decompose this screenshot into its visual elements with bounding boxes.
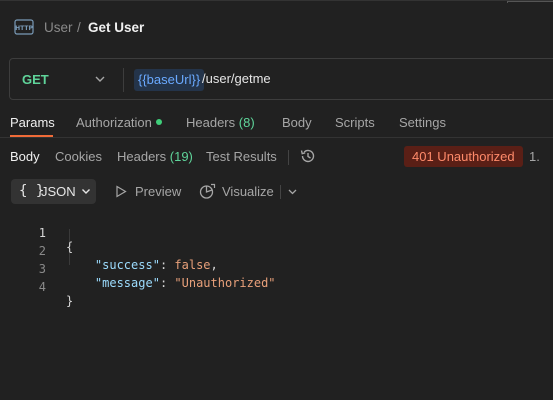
visualize-icon[interactable]: [199, 183, 216, 200]
section-divider: [0, 137, 553, 138]
breadcrumb-parent[interactable]: User: [44, 20, 73, 35]
postman-request-window: HTTP User / Get User GET {{baseUrl}} /us…: [0, 0, 553, 400]
header-right-edge: [507, 1, 553, 3]
response-tab-test-results[interactable]: Test Results: [206, 149, 277, 164]
response-tab-body[interactable]: Body: [10, 149, 40, 164]
request-title[interactable]: Get User: [88, 20, 144, 35]
status-dot-icon: [155, 119, 162, 125]
tab-authorization[interactable]: Authorization: [76, 115, 162, 130]
url-variable[interactable]: {{baseUrl}}: [134, 69, 205, 91]
response-tab-headers-label: Headers: [117, 149, 167, 164]
code-line: 4 }: [0, 266, 553, 308]
method-select[interactable]: GET: [22, 72, 49, 87]
breadcrumb-separator: /: [77, 20, 81, 35]
visualize-button[interactable]: Visualize: [222, 184, 274, 199]
http-icon: HTTP: [14, 19, 34, 35]
response-tabs: Body Cookies Headers (19) Test Results 4…: [0, 146, 553, 168]
url-divider: [123, 68, 124, 92]
code-line: 3 "message": "Unauthorized": [0, 248, 553, 290]
chevron-down-icon[interactable]: [93, 72, 107, 86]
request-url-bar: GET {{baseUrl}} /user/getme: [9, 58, 553, 100]
play-icon[interactable]: [115, 185, 127, 198]
tab-params[interactable]: Params: [10, 115, 55, 130]
code-line: 2 "success": false,: [0, 230, 553, 272]
chevron-down-icon[interactable]: [287, 186, 298, 197]
history-icon[interactable]: [299, 147, 317, 165]
tab-divider: [288, 150, 289, 165]
tab-settings[interactable]: Settings: [399, 115, 446, 130]
tab-body[interactable]: Body: [282, 115, 312, 130]
response-tab-headers[interactable]: Headers (19): [117, 149, 193, 164]
request-tabs: Params Authorization Headers (8) Body Sc…: [0, 112, 553, 137]
response-tab-headers-count: (19): [169, 149, 193, 164]
chevron-down-icon: [82, 189, 90, 194]
preview-button[interactable]: Preview: [135, 184, 181, 199]
format-select[interactable]: { } JSON: [11, 179, 96, 204]
code-line: 1 {: [0, 212, 553, 254]
code-text: }: [66, 294, 74, 308]
toolbar-divider: [280, 185, 281, 199]
response-tab-cookies[interactable]: Cookies: [55, 149, 102, 164]
header-bar: HTTP User / Get User: [0, 0, 553, 54]
tab-headers-label: Headers: [186, 115, 236, 130]
format-label: JSON: [41, 184, 76, 199]
tab-headers-count: (8): [238, 115, 255, 130]
url-input[interactable]: /user/getme: [202, 71, 271, 86]
tab-scripts[interactable]: Scripts: [335, 115, 375, 130]
line-number: 4: [38, 280, 46, 294]
tab-headers[interactable]: Headers (8): [186, 115, 255, 130]
response-time: 1.: [529, 149, 540, 164]
svg-text:HTTP: HTTP: [15, 25, 33, 32]
status-badge: 401 Unauthorized: [404, 146, 523, 167]
response-toolbar: { } JSON Preview Visualize: [0, 178, 553, 206]
tab-authorization-label: Authorization: [76, 115, 152, 130]
